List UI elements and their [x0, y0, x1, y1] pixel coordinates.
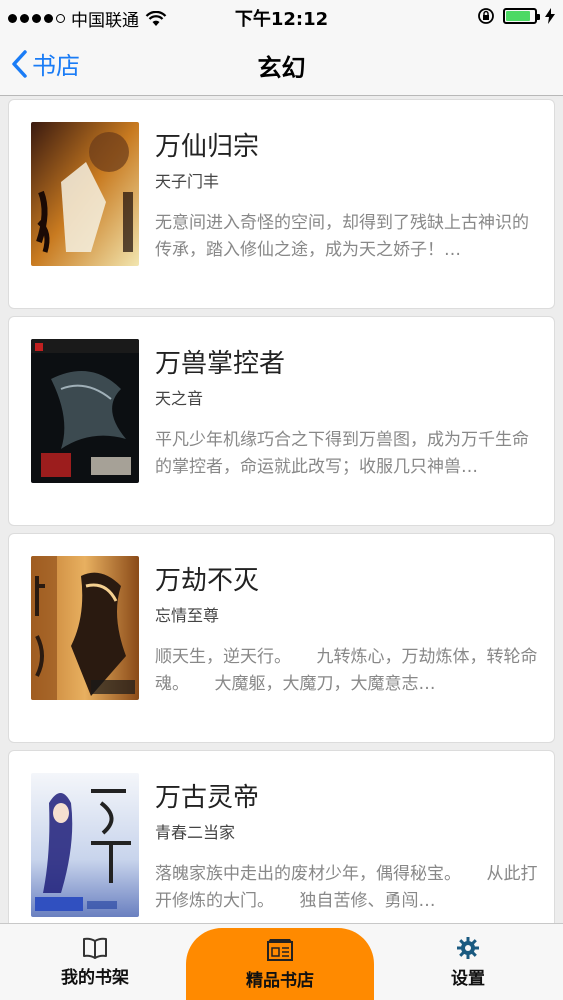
book-author: 天之音	[155, 389, 204, 408]
tab-label: 设置	[451, 969, 485, 989]
battery-icon	[503, 8, 540, 24]
store-icon	[267, 939, 293, 961]
tab-bookshelf[interactable]: 我的书架	[40, 924, 150, 1000]
gear-icon	[457, 937, 479, 959]
book-open-icon	[83, 937, 107, 959]
battery-level	[506, 11, 530, 21]
book-list[interactable]: 万仙归宗 天子门丰 无意间进入奇怪的空间，却得到了残缺上古神识的传承，踏入修仙之…	[0, 97, 563, 923]
book-description: 无意间进入奇怪的空间，却得到了残缺上古神识的传承，踏入修仙之途，成为天之娇子！…	[155, 213, 529, 260]
tab-settings[interactable]: 设置	[413, 924, 523, 1000]
book-cover-image	[31, 339, 139, 483]
tab-label: 精品书店	[246, 971, 314, 991]
book-cover-image	[31, 773, 139, 917]
book-title: 万古灵帝	[155, 783, 260, 813]
book-description: 落魄家族中走出的废材少年，偶得秘宝。 从此打开修炼的大门。 独自苦修、勇闯…	[155, 864, 538, 911]
book-card[interactable]: 万兽掌控者 天之音 平凡少年机缘巧合之下得到万兽图，成为万千生命的掌控者，命运就…	[8, 316, 555, 526]
book-title: 万仙归宗	[155, 132, 260, 162]
tab-store[interactable]: 精品书店	[186, 928, 374, 1000]
book-author: 青春二当家	[155, 823, 236, 842]
book-description: 平凡少年机缘巧合之下得到万兽图，成为万千生命的掌控者，命运就此改写；收服几只神兽…	[155, 430, 529, 477]
tab-bar: 我的书架 精品书店 设置	[0, 923, 563, 1000]
book-cover-image	[31, 556, 139, 700]
rotation-lock-icon	[478, 8, 494, 24]
book-card[interactable]: 万古灵帝 青春二当家 落魄家族中走出的废材少年，偶得秘宝。 从此打开修炼的大门。…	[8, 750, 555, 923]
book-card[interactable]: 万仙归宗 天子门丰 无意间进入奇怪的空间，却得到了残缺上古神识的传承，踏入修仙之…	[8, 99, 555, 309]
book-description: 顺天生，逆天行。 九转炼心，万劫炼体，转轮命魂。 大魔躯，大魔刀，大魔意志…	[155, 647, 538, 694]
status-right	[477, 7, 555, 25]
book-title: 万劫不灭	[155, 566, 260, 596]
tab-label: 我的书架	[61, 968, 129, 988]
charging-icon	[545, 8, 555, 24]
page-title: 玄幻	[257, 54, 306, 82]
book-title: 万兽掌控者	[155, 349, 286, 379]
status-bar: 中国联通 下午12:12	[0, 0, 563, 34]
nav-bar: 书店 玄幻	[0, 34, 563, 96]
book-cover-image	[31, 122, 139, 266]
book-card[interactable]: 万劫不灭 忘情至尊 顺天生，逆天行。 九转炼心，万劫炼体，转轮命魂。 大魔躯，大…	[8, 533, 555, 743]
book-author: 忘情至尊	[155, 606, 220, 625]
book-author: 天子门丰	[155, 172, 220, 191]
